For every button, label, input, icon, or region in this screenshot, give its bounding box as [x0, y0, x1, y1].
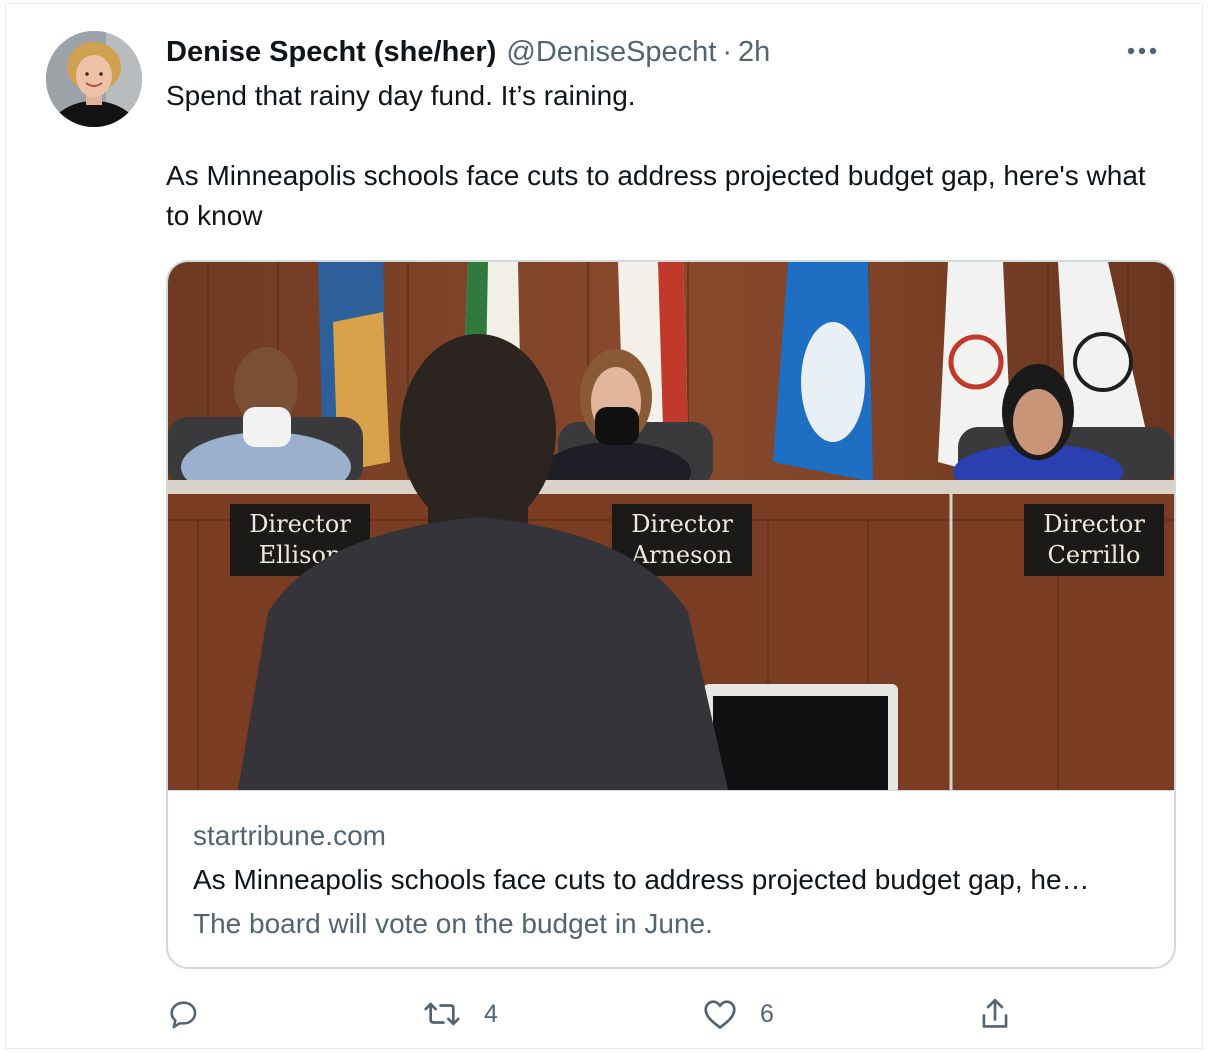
more-horizontal-icon [1126, 46, 1158, 56]
more-options-button[interactable] [1122, 39, 1162, 63]
author-handle[interactable]: @DeniseSpecht [506, 36, 716, 69]
retweet-icon [422, 997, 462, 1031]
card-divider [168, 790, 1174, 791]
tweet-text-line: As Minneapolis schools face cuts to addr… [166, 160, 1146, 231]
tweet-text-line: Spend that rainy day fund. It’s raining. [166, 80, 636, 111]
tweet-header: Denise Specht (she/her) @DeniseSpecht · … [166, 32, 1162, 72]
share-button[interactable] [978, 989, 1012, 1039]
link-preview-card[interactable]: Director Ellison Director Arneson Direct… [166, 260, 1176, 969]
like-count: 6 [760, 999, 774, 1028]
tweet-card[interactable]: Denise Specht (she/her) @DeniseSpecht · … [5, 3, 1203, 1049]
nameplate-line: Director [249, 510, 351, 538]
nameplate-line: Arneson [631, 541, 733, 569]
share-icon [978, 996, 1012, 1032]
tweet-text: Spend that rainy day fund. It’s raining.… [166, 76, 1166, 236]
reply-button[interactable] [166, 989, 222, 1039]
separator-dot: · [722, 35, 733, 68]
retweet-button[interactable]: 4 [422, 989, 498, 1039]
tweet-timestamp[interactable]: 2h [738, 36, 770, 69]
heart-icon [702, 997, 738, 1031]
nameplate-line: Director [631, 510, 733, 538]
retweet-count: 4 [484, 999, 498, 1028]
avatar-image [46, 31, 142, 127]
author-name[interactable]: Denise Specht (she/her) [166, 36, 496, 69]
card-title: As Minneapolis schools face cuts to addr… [193, 864, 1090, 895]
nameplate-line: Director [1043, 510, 1145, 538]
card-image: Director Ellison Director Arneson Direct… [168, 262, 1174, 790]
card-description: The board will vote on the budget in Jun… [193, 908, 713, 939]
like-button[interactable]: 6 [702, 989, 774, 1039]
tweet-actions: 4 6 [166, 989, 1176, 1039]
avatar[interactable] [46, 31, 142, 127]
reply-icon [166, 997, 200, 1031]
card-domain: startribune.com [193, 820, 386, 851]
nameplate-line: Cerrillo [1048, 541, 1141, 569]
